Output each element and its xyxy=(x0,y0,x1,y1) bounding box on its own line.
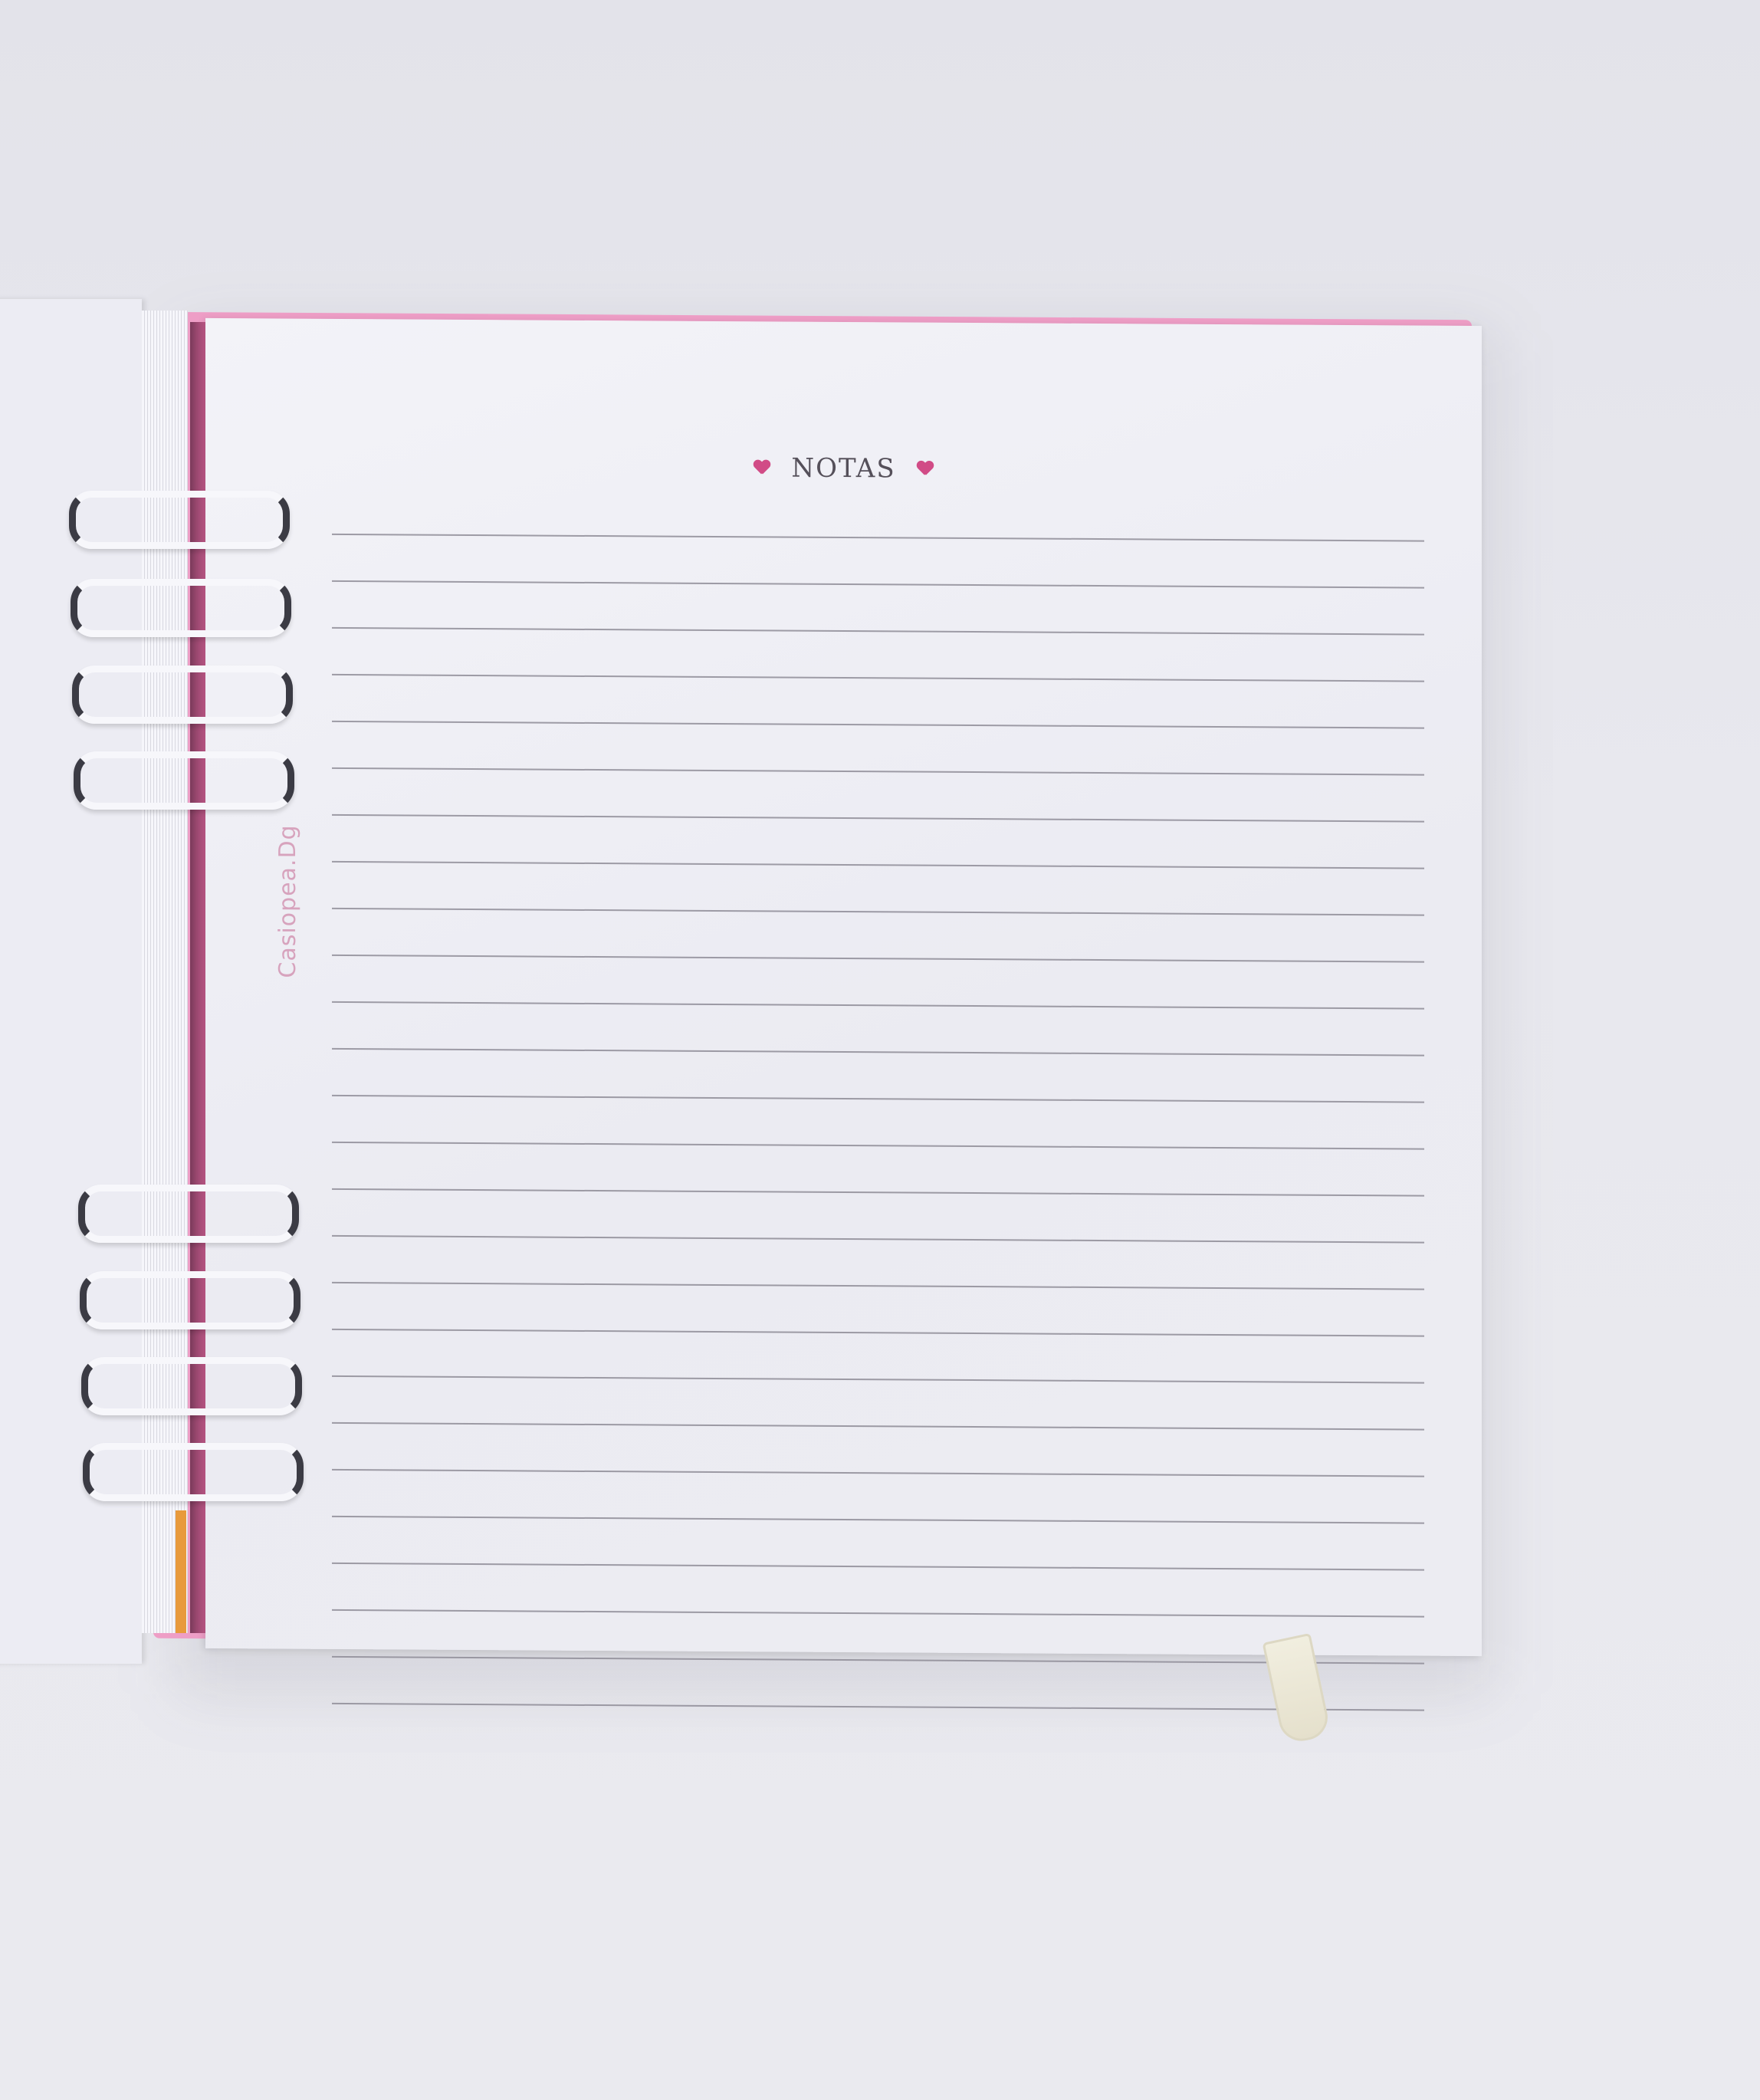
ruled-line xyxy=(332,767,1424,776)
ruled-line xyxy=(332,1375,1424,1384)
spiral-ring xyxy=(69,491,290,549)
page-tab xyxy=(176,1510,186,1633)
ruled-line xyxy=(332,1515,1424,1524)
spiral-ring xyxy=(71,579,291,637)
ruled-line xyxy=(332,580,1424,589)
ruled-line xyxy=(332,533,1424,542)
spiral-ring xyxy=(81,1357,302,1415)
ruled-line xyxy=(332,626,1424,636)
ruled-line xyxy=(332,1001,1424,1010)
ruled-line xyxy=(332,1094,1424,1103)
heart-icon xyxy=(754,460,770,475)
ruled-line xyxy=(332,954,1424,963)
spiral-ring xyxy=(78,1185,299,1243)
ruled-line xyxy=(332,860,1424,869)
ruled-line xyxy=(332,720,1424,729)
ruled-line xyxy=(332,1234,1424,1244)
spiral-ring xyxy=(72,665,293,724)
notebook-photo: NOTAS Casiopea.Dg xyxy=(0,0,1760,2100)
ruled-line xyxy=(332,1281,1424,1290)
brand-watermark: Casiopea.Dg xyxy=(274,824,301,978)
ruled-line xyxy=(332,1609,1424,1618)
notes-page: NOTAS Casiopea.Dg xyxy=(205,317,1482,1711)
spiral-ring xyxy=(80,1271,300,1329)
ruled-line xyxy=(332,1655,1424,1665)
ruled-line xyxy=(332,673,1424,682)
ruled-lines xyxy=(332,533,1424,1757)
ruled-line xyxy=(332,1702,1424,1711)
ruled-line xyxy=(332,1188,1424,1197)
page-header: NOTAS xyxy=(205,441,1482,495)
page-title: NOTAS xyxy=(791,452,896,484)
ruled-line xyxy=(332,1562,1424,1571)
ruled-line xyxy=(332,1047,1424,1057)
ruled-line xyxy=(332,813,1424,823)
ruled-line xyxy=(332,1141,1424,1150)
ruled-line xyxy=(332,1328,1424,1337)
spiral-ring xyxy=(74,751,294,810)
ruled-line xyxy=(332,1468,1424,1477)
heart-icon xyxy=(917,461,934,476)
spiral-ring xyxy=(83,1443,304,1501)
ruled-line xyxy=(332,907,1424,916)
ruled-line xyxy=(332,1421,1424,1431)
